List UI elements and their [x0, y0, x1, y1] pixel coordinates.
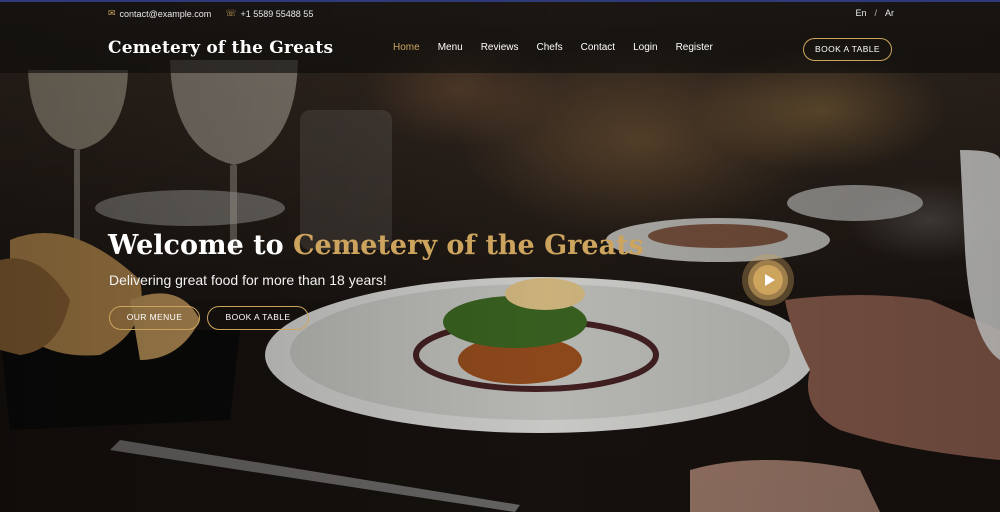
phone-text: +1 5589 55488 55	[240, 8, 314, 19]
nav-menu[interactable]: Menu	[438, 42, 463, 53]
hero-subtitle: Delivering great food for more than 18 y…	[109, 272, 387, 288]
site-logo[interactable]: Cemetery of the Greats	[108, 38, 333, 58]
envelope-icon: ✉	[108, 8, 116, 18]
nav-login[interactable]: Login	[633, 42, 657, 53]
top-info-bar: ✉ contact@example.com ☏ +1 5589 55488 55…	[0, 0, 1000, 26]
lang-en[interactable]: En	[855, 8, 866, 18]
main-nav: Home Menu Reviews Chefs Contact Login Re…	[393, 42, 713, 53]
nav-contact[interactable]: Contact	[581, 42, 615, 53]
hero-buttons: OUR MENUE BOOK A TABLE	[109, 306, 309, 330]
lang-separator: /	[874, 8, 877, 18]
phone-icon: ☏	[225, 8, 237, 18]
nav-chefs[interactable]: Chefs	[537, 42, 563, 53]
header-book-table-button[interactable]: BOOK A TABLE	[803, 38, 892, 61]
hero-title-prefix: Welcome to	[108, 230, 294, 261]
play-button-inner	[748, 260, 788, 300]
lang-ar[interactable]: Ar	[885, 8, 894, 18]
our-menu-button[interactable]: OUR MENUE	[109, 306, 200, 330]
hero-title-accent: Cemetery of the Greats	[293, 230, 644, 261]
play-icon	[764, 274, 775, 286]
email-contact[interactable]: ✉ contact@example.com	[108, 8, 211, 19]
email-text: contact@example.com	[119, 8, 212, 19]
contact-info: ✉ contact@example.com ☏ +1 5589 55488 55	[108, 8, 313, 19]
nav-home[interactable]: Home	[393, 42, 420, 53]
nav-register[interactable]: Register	[676, 42, 713, 53]
nav-reviews[interactable]: Reviews	[481, 42, 519, 53]
play-video-button[interactable]	[742, 254, 794, 306]
site-header: Cemetery of the Greats Home Menu Reviews…	[0, 26, 1000, 73]
hero-title: Welcome to Cemetery of the Greats	[108, 230, 644, 261]
language-switcher: En / Ar	[855, 8, 894, 18]
hero-book-table-button[interactable]: BOOK A TABLE	[207, 306, 309, 330]
phone-contact[interactable]: ☏ +1 5589 55488 55	[225, 8, 313, 19]
